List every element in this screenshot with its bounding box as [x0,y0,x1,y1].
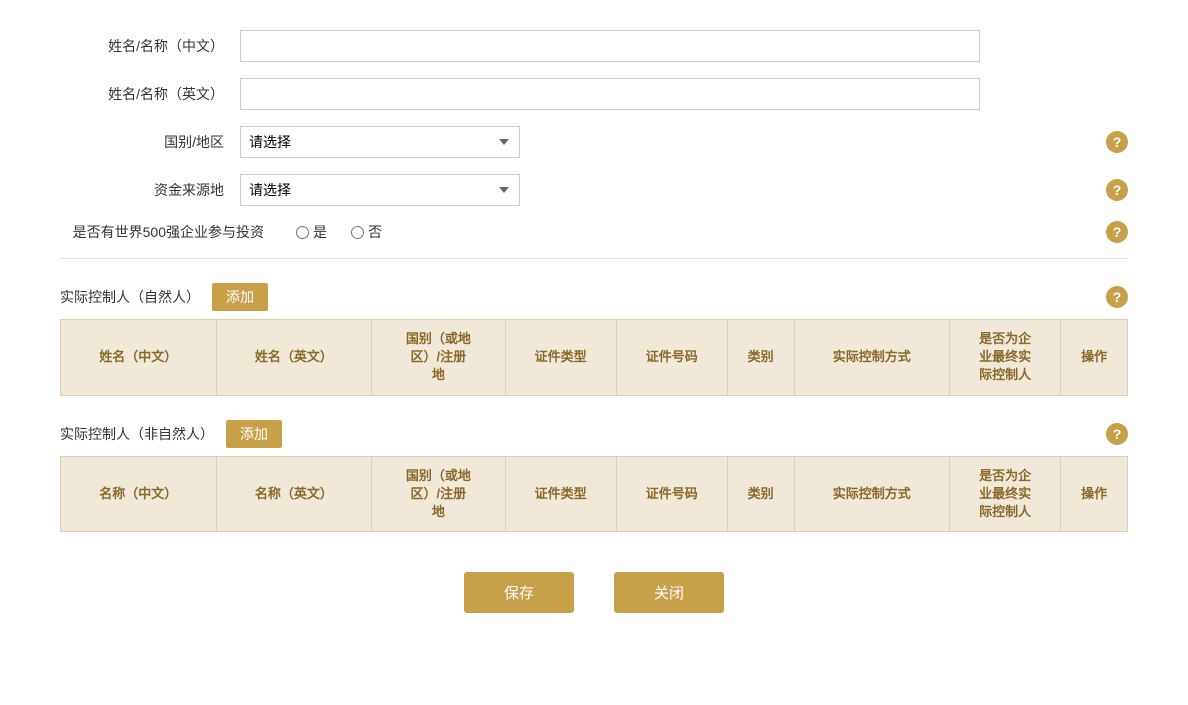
non-natural-person-title: 实际控制人（非自然人） [60,424,214,444]
fortune500-row: 是否有世界500强企业参与投资 是 否 ? [60,222,1128,242]
fortune500-yes-radio[interactable] [296,226,309,239]
natural-person-help-icon[interactable]: ? [1106,286,1128,308]
divider-1 [60,258,1128,259]
col-control-method: 实际控制方式 [794,320,950,396]
col-name-en: 姓名（英文） [216,320,372,396]
fortune500-yes-text: 是 [313,222,327,242]
page-container: 姓名/名称（中文） 姓名/名称（英文） 国别/地区 请选择 ? 资金来源地 请选… [0,0,1188,705]
name-cn-label: 姓名/名称（中文） [60,36,240,56]
country-help-icon[interactable]: ? [1106,131,1128,153]
col-name-cn: 姓名（中文） [61,320,217,396]
fortune500-no-radio[interactable] [351,226,364,239]
col-operation: 操作 [1061,320,1128,396]
fund-source-select[interactable]: 请选择 [240,174,520,206]
fortune500-radio-group: 是 否 [280,222,382,242]
non-natural-person-header: 实际控制人（非自然人） 添加 ? [60,420,1128,456]
col-org-name-en: 名称（英文） [216,456,372,532]
name-cn-input[interactable] [240,30,980,62]
col-org-is-final: 是否为企业最终实际控制人 [950,456,1061,532]
fund-source-help-icon[interactable]: ? [1106,179,1128,201]
save-button[interactable]: 保存 [464,572,574,613]
col-org-country: 国别（或地区）/注册地 [372,456,505,532]
fortune500-yes-label[interactable]: 是 [296,222,327,242]
col-org-cert-type: 证件类型 [505,456,616,532]
col-country: 国别（或地区）/注册地 [372,320,505,396]
country-label: 国别/地区 [60,132,240,152]
fortune500-label: 是否有世界500强企业参与投资 [60,222,280,242]
country-row: 国别/地区 请选择 ? [60,126,1128,158]
natural-person-table-header-row: 姓名（中文） 姓名（英文） 国别（或地区）/注册地 证件类型 证件号码 类别 实… [61,320,1128,396]
fortune500-no-label[interactable]: 否 [351,222,382,242]
non-natural-person-table-header-row: 名称（中文） 名称（英文） 国别（或地区）/注册地 证件类型 证件号码 类别 实… [61,456,1128,532]
name-en-row: 姓名/名称（英文） [60,78,1128,110]
col-org-category: 类别 [727,456,794,532]
footer-buttons: 保存 关闭 [60,572,1128,613]
non-natural-person-help-icon[interactable]: ? [1106,423,1128,445]
close-button[interactable]: 关闭 [614,572,724,613]
natural-person-table: 姓名（中文） 姓名（英文） 国别（或地区）/注册地 证件类型 证件号码 类别 实… [60,319,1128,396]
fund-source-row: 资金来源地 请选择 ? [60,174,1128,206]
fund-source-label: 资金来源地 [60,180,240,200]
name-en-label: 姓名/名称（英文） [60,84,240,104]
fortune500-no-text: 否 [368,222,382,242]
non-natural-person-add-button[interactable]: 添加 [226,420,282,448]
col-is-final: 是否为企业最终实际控制人 [950,320,1061,396]
col-category: 类别 [727,320,794,396]
col-org-control-method: 实际控制方式 [794,456,950,532]
col-cert-type: 证件类型 [505,320,616,396]
name-en-input[interactable] [240,78,980,110]
col-cert-no: 证件号码 [616,320,727,396]
col-org-cert-no: 证件号码 [616,456,727,532]
non-natural-person-table: 名称（中文） 名称（英文） 国别（或地区）/注册地 证件类型 证件号码 类别 实… [60,456,1128,533]
fortune500-help-icon[interactable]: ? [1106,221,1128,243]
natural-person-add-button[interactable]: 添加 [212,283,268,311]
name-cn-row: 姓名/名称（中文） [60,30,1128,62]
country-select[interactable]: 请选择 [240,126,520,158]
natural-person-title: 实际控制人（自然人） [60,287,200,307]
col-org-name-cn: 名称（中文） [61,456,217,532]
natural-person-header: 实际控制人（自然人） 添加 ? [60,283,1128,319]
col-org-operation: 操作 [1061,456,1128,532]
